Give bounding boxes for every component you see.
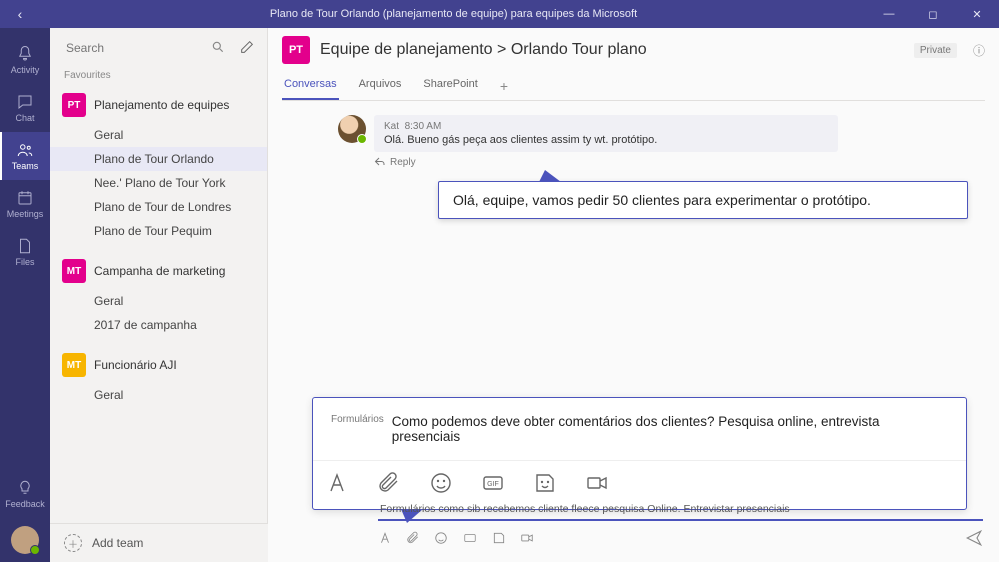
add-team-button[interactable]: ＋ Add team (50, 523, 268, 562)
channel-badge: PT (282, 36, 310, 64)
sticker-icon[interactable] (492, 531, 506, 548)
callout-translation: Olá, equipe, vamos pedir 50 clientes par… (438, 181, 968, 219)
content-area: PT Equipe de planejamento > Orlando Tour… (268, 28, 999, 562)
chat-icon (16, 93, 34, 111)
rail-activity[interactable]: Activity (0, 36, 50, 84)
user-avatar[interactable] (11, 526, 39, 554)
compose-callout: Formulários Como podemos deve obter come… (312, 397, 967, 510)
sticker-icon[interactable] (533, 471, 557, 495)
app-rail: Activity Chat Teams Meetings Files Feedb… (0, 28, 50, 562)
window-title: Plano de Tour Orlando (planejamento de e… (40, 8, 867, 20)
team-row[interactable]: MT Campanha de marketing (50, 253, 267, 289)
gif-icon[interactable] (462, 531, 478, 548)
channel-item[interactable]: Nee.' Plano de Tour York (50, 171, 267, 195)
channel-item[interactable]: Geral (50, 383, 267, 407)
teams-icon (16, 141, 34, 159)
rail-chat[interactable]: Chat (0, 84, 50, 132)
message-avatar[interactable] (338, 115, 366, 143)
channel-item[interactable]: Plano de Tour de Londres (50, 195, 267, 219)
team-row[interactable]: MT Funcionário AJI (50, 347, 267, 383)
channel-tabs: Conversas Arquivos SharePoint + (282, 72, 985, 101)
compose-icon[interactable] (235, 35, 259, 62)
tab-add[interactable]: + (498, 72, 510, 100)
team-badge: PT (62, 93, 86, 117)
rail-files[interactable]: Files (0, 228, 50, 276)
tab-conversas[interactable]: Conversas (282, 72, 339, 100)
search-icon[interactable] (211, 40, 225, 57)
close-button[interactable]: ✕ (955, 0, 999, 28)
send-button[interactable] (965, 529, 983, 550)
channel-item[interactable]: Plano de Tour Pequim (50, 219, 267, 243)
channel-item[interactable]: Geral (50, 123, 267, 147)
lightbulb-icon (16, 479, 34, 497)
format-icon[interactable] (325, 471, 349, 495)
info-icon[interactable]: ⓘ (973, 42, 985, 59)
tab-sharepoint[interactable]: SharePoint (421, 72, 479, 100)
rail-teams[interactable]: Teams (0, 132, 50, 180)
svg-text:GIF: GIF (487, 481, 499, 488)
team-row[interactable]: PT Planejamento de equipes (50, 87, 267, 123)
rail-meetings[interactable]: Meetings (0, 180, 50, 228)
emoji-icon[interactable] (434, 531, 448, 548)
attach-icon[interactable] (406, 531, 420, 548)
title-bar: ‹ Plano de Tour Orlando (planejamento de… (0, 0, 999, 28)
back-button[interactable]: ‹ (0, 6, 40, 22)
minimize-button[interactable]: — (867, 0, 911, 28)
gif-icon[interactable]: GIF (481, 471, 505, 495)
channel-item[interactable]: Plano de Tour Orlando (50, 147, 267, 171)
compose-box: Formulários como sib recebemos cliente f… (378, 499, 983, 550)
files-icon (16, 237, 34, 255)
team-badge: MT (62, 353, 86, 377)
privacy-badge: Private (914, 43, 957, 58)
teams-sidebar: Favourites PT Planejamento de equipes Ge… (50, 28, 268, 562)
rail-feedback[interactable]: Feedback (0, 470, 50, 518)
meet-icon[interactable] (520, 531, 534, 548)
attach-icon[interactable] (377, 471, 401, 495)
message: Kat 8:30 AM Olá. Bueno gás peça aos clie… (338, 115, 838, 168)
bell-icon (16, 45, 34, 63)
search-input[interactable] (62, 35, 231, 61)
plus-icon: ＋ (64, 534, 82, 552)
channel-item[interactable]: 2017 de campanha (50, 313, 267, 337)
meet-icon[interactable] (585, 471, 609, 495)
format-icon[interactable] (378, 531, 392, 548)
tab-arquivos[interactable]: Arquivos (357, 72, 404, 100)
reply-icon (374, 156, 386, 168)
team-badge: MT (62, 259, 86, 283)
calendar-icon (16, 189, 34, 207)
compose-input[interactable]: Formulários como sib recebemos cliente f… (378, 499, 983, 521)
channel-item[interactable]: Geral (50, 289, 267, 313)
maximize-button[interactable]: ◻ (911, 0, 955, 28)
message-bubble[interactable]: Kat 8:30 AM Olá. Bueno gás peça aos clie… (374, 115, 838, 152)
breadcrumb: Equipe de planejamento > Orlando Tour pl… (320, 41, 647, 59)
reply-button[interactable]: Reply (374, 156, 838, 168)
favourites-label: Favourites (50, 68, 267, 87)
emoji-icon[interactable] (429, 471, 453, 495)
